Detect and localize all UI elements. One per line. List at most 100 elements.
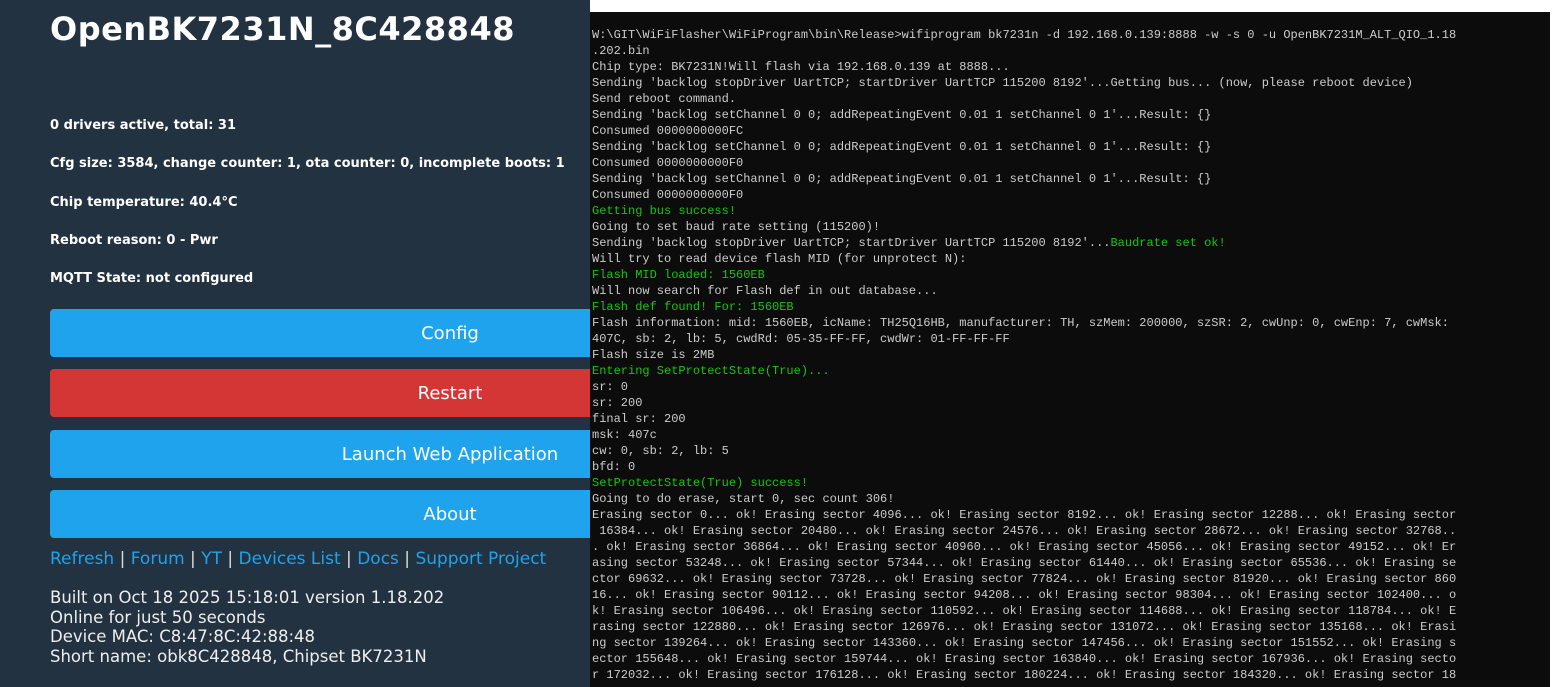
terminal-text: ng sector 139264... ok! Erasing sector 1…	[592, 636, 1457, 650]
terminal-line: Flash size is 2MB	[592, 347, 1456, 363]
terminal-line: r 172032... ok! Erasing sector 176128...…	[592, 667, 1456, 683]
terminal-line: Chip type: BK7231N!Will flash via 192.16…	[592, 59, 1456, 75]
terminal-line: Sending 'backlog setChannel 0 0; addRepe…	[592, 107, 1456, 123]
terminal-text: Flash information: mid: 1560EB, icName: …	[592, 316, 1449, 330]
terminal-text: Getting bus success!	[592, 204, 737, 218]
terminal-text: msk: 407c	[592, 428, 657, 442]
terminal-text: bfd: 0	[592, 460, 636, 474]
yt-link[interactable]: YT	[201, 549, 222, 569]
device-title: OpenBK7231N_8C428848	[50, 10, 515, 48]
terminal-text: sr: 200	[592, 396, 643, 410]
terminal-line: 16... ok! Erasing sector 90112... ok! Er…	[592, 587, 1456, 603]
terminal-line: rasing sector 122880... ok! Erasing sect…	[592, 619, 1456, 635]
terminal-line: Consumed 0000000000F0	[592, 187, 1456, 203]
terminal-line: cw: 0, sb: 2, lb: 5	[592, 443, 1456, 459]
terminal-text: r 172032... ok! Erasing sector 176128...…	[592, 668, 1457, 682]
terminal-line: Consumed 0000000000FC	[592, 123, 1456, 139]
terminal-text: Sending 'backlog setChannel 0 0; addRepe…	[592, 172, 1212, 186]
terminal-text: . ok! Erasing sector 36864... ok! Erasin…	[592, 540, 1457, 554]
terminal-line: Entering SetProtectState(True)...	[592, 363, 1456, 379]
terminal-line: Sending 'backlog stopDriver UartTCP; sta…	[592, 235, 1456, 251]
terminal-text: 16384... ok! Erasing sector 20480... ok!…	[592, 524, 1457, 538]
terminal-text: Will try to read device flash MID (for u…	[592, 252, 967, 266]
terminal-line: Going to set baud rate setting (115200)!	[592, 219, 1456, 235]
terminal-window[interactable]: W:\GIT\WiFiFlasher\WiFiProgram\bin\Relea…	[590, 0, 1560, 687]
terminal-line: msk: 407c	[592, 427, 1456, 443]
terminal-text: Going to set baud rate setting (115200)!	[592, 220, 881, 234]
terminal-line: Sending 'backlog setChannel 0 0; addRepe…	[592, 139, 1456, 155]
terminal-text: Sending 'backlog setChannel 0 0; addRepe…	[592, 108, 1212, 122]
terminal-text: Consumed 0000000000F0	[592, 156, 744, 170]
terminal-text: Chip type: BK7231N!Will flash via 192.16…	[592, 60, 1010, 74]
terminal-line: Sending 'backlog stopDriver UartTCP; sta…	[592, 75, 1456, 91]
terminal-line: sr: 200	[592, 395, 1456, 411]
terminal-text: .202.bin	[592, 44, 650, 58]
terminal-line: Send reboot command.	[592, 91, 1456, 107]
terminal-text: Send reboot command.	[592, 92, 737, 106]
terminal-line: Will try to read device flash MID (for u…	[592, 251, 1456, 267]
refresh-link[interactable]: Refresh	[50, 549, 114, 569]
build-info: Built on Oct 18 2025 15:18:01 version 1.…	[50, 588, 445, 607]
terminal-text: 16... ok! Erasing sector 90112... ok! Er…	[592, 588, 1457, 602]
forum-link[interactable]: Forum	[131, 549, 185, 569]
terminal-line: Flash def found! For: 1560EB	[592, 299, 1456, 315]
terminal-text: Sending 'backlog stopDriver UartTCP; sta…	[592, 236, 1111, 250]
terminal-line: . ok! Erasing sector 36864... ok! Erasin…	[592, 539, 1456, 555]
devices-list-link[interactable]: Devices List	[239, 549, 341, 569]
terminal-text: Flash def found! For: 1560EB	[592, 300, 794, 314]
reboot-reason-info: Reboot reason: 0 - Pwr	[50, 233, 218, 248]
terminal-text: Will now search for Flash def in out dat…	[592, 284, 938, 298]
terminal-text: Sending 'backlog stopDriver UartTCP; sta…	[592, 76, 1413, 90]
device-footer: Built on Oct 18 2025 15:18:01 version 1.…	[50, 588, 444, 666]
short-name-info: Short name: obk8C428848, Chipset BK7231N	[50, 646, 427, 666]
terminal-line: asing sector 53248... ok! Erasing sector…	[592, 555, 1456, 571]
terminal-line: ector 155648... ok! Erasing sector 15974…	[592, 651, 1456, 667]
terminal-line: 16384... ok! Erasing sector 20480... ok!…	[592, 523, 1456, 539]
terminal-line: Getting bus success!	[592, 203, 1456, 219]
terminal-line: Flash information: mid: 1560EB, icName: …	[592, 315, 1456, 331]
support-project-link[interactable]: Support Project	[415, 549, 546, 569]
terminal-text: ctor 69632... ok! Erasing sector 73728..…	[592, 572, 1457, 586]
terminal-line: Going to do erase, start 0, sec count 30…	[592, 491, 1456, 507]
terminal-line: ng sector 139264... ok! Erasing sector 1…	[592, 635, 1456, 651]
terminal-text: SetProtectState(True) success!	[592, 476, 809, 490]
terminal-line: Will now search for Flash def in out dat…	[592, 283, 1456, 299]
uptime-info: Online for just 50 seconds	[50, 607, 266, 627]
terminal-line: Consumed 0000000000F0	[592, 155, 1456, 171]
terminal-text: Going to do erase, start 0, sec count 30…	[592, 492, 895, 506]
terminal-text: ector 155648... ok! Erasing sector 15974…	[592, 652, 1457, 666]
terminal-line: Sending 'backlog setChannel 0 0; addRepe…	[592, 171, 1456, 187]
terminal-title-bar[interactable]	[590, 0, 1560, 12]
mac-info: Device MAC: C8:47:8C:42:88:48	[50, 627, 316, 646]
terminal-line: final sr: 200	[592, 411, 1456, 427]
terminal-text: sr: 0	[592, 380, 629, 394]
temperature-info: Chip temperature: 40.4°C	[50, 195, 238, 210]
terminal-line: SetProtectState(True) success!	[592, 475, 1456, 491]
terminal-text: rasing sector 122880... ok! Erasing sect…	[592, 620, 1457, 634]
terminal-text: k! Erasing sector 106496... ok! Erasing …	[592, 604, 1457, 618]
docs-link[interactable]: Docs	[357, 549, 399, 569]
terminal-line: bfd: 0	[592, 459, 1456, 475]
terminal-text: Entering SetProtectState(True)...	[592, 364, 830, 378]
drivers-info: 0 drivers active, total: 31	[50, 118, 237, 133]
terminal-text: W:\GIT\WiFiFlasher\WiFiProgram\bin\Relea…	[592, 28, 1457, 42]
terminal-text: Baudrate set ok!	[1110, 236, 1226, 250]
terminal-text: Flash MID loaded: 1560EB	[592, 268, 765, 282]
terminal-text: Sending 'backlog setChannel 0 0; addRepe…	[592, 140, 1212, 154]
terminal-text: final sr: 200	[592, 412, 686, 426]
terminal-line: ctor 69632... ok! Erasing sector 73728..…	[592, 571, 1456, 587]
terminal-scrollbar[interactable]	[1550, 12, 1560, 687]
terminal-text: cw: 0, sb: 2, lb: 5	[592, 444, 729, 458]
terminal-line: Erasing sector 0... ok! Erasing sector 4…	[592, 507, 1456, 523]
terminal-text: Consumed 0000000000FC	[592, 124, 744, 138]
terminal-line: .202.bin	[592, 43, 1456, 59]
terminal-line: Flash MID loaded: 1560EB	[592, 267, 1456, 283]
terminal-text: asing sector 53248... ok! Erasing sector…	[592, 556, 1457, 570]
footer-links: Refresh | Forum | YT | Devices List | Do…	[50, 549, 547, 569]
terminal-line: W:\GIT\WiFiFlasher\WiFiProgram\bin\Relea…	[592, 27, 1456, 43]
terminal-line: 407C, sb: 2, lb: 5, cwdRd: 05-35-FF-FF, …	[592, 331, 1456, 347]
terminal-text: Consumed 0000000000F0	[592, 188, 744, 202]
terminal-output: W:\GIT\WiFiFlasher\WiFiProgram\bin\Relea…	[592, 27, 1456, 683]
terminal-line: sr: 0	[592, 379, 1456, 395]
terminal-line: k! Erasing sector 106496... ok! Erasing …	[592, 603, 1456, 619]
